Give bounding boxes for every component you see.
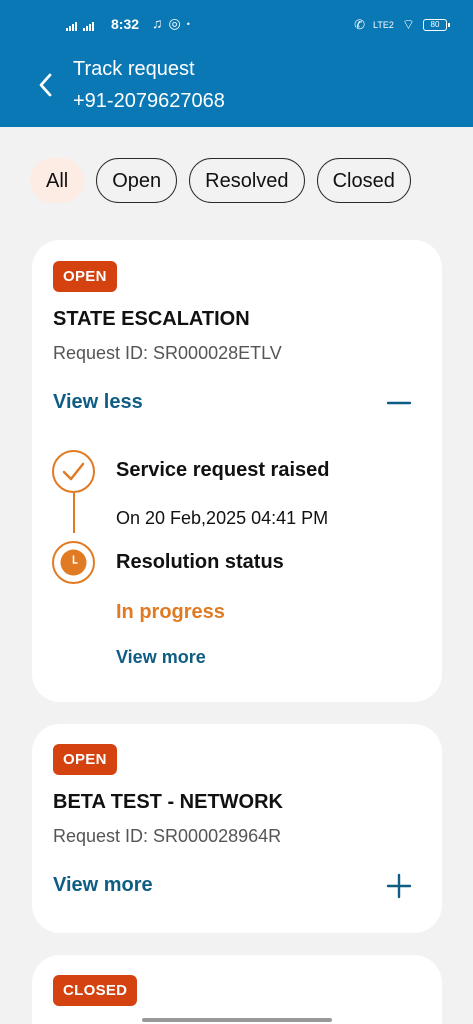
call-icon: ✆ (354, 17, 365, 32)
step-raised-title: Service request raised (116, 459, 330, 481)
system-icons: ✆ LTE2 ⌔ 80 (354, 16, 450, 34)
status-badge: OPEN (53, 744, 117, 775)
filter-chip-all[interactable]: All (30, 158, 85, 203)
status-badge: CLOSED (53, 975, 138, 1006)
step-status-value: In progress (116, 601, 225, 623)
phone-number: +91-2079627068 (73, 90, 225, 112)
notification-dot-icon: • (186, 19, 190, 29)
music-icon: ♫ (152, 15, 163, 31)
view-less-link[interactable]: View less (53, 391, 143, 414)
status-bar: 8:32 ♫ ◎ • ✆ LTE2 ⌔ 80 (0, 12, 473, 38)
back-arrow-icon[interactable] (34, 70, 58, 100)
request-title: BETA TEST - NETWORK (53, 791, 283, 813)
step-status-title: Resolution status (116, 551, 284, 573)
filter-chip-closed[interactable]: Closed (316, 158, 411, 203)
request-id: Request ID: SR000028ETLV (53, 343, 282, 363)
status-badge: OPEN (53, 261, 117, 292)
request-card: CLOSED (32, 955, 442, 1024)
request-title: STATE ESCALATION (53, 308, 250, 330)
check-icon (62, 462, 85, 481)
timeline-connector (72, 493, 75, 533)
request-card: OPEN STATE ESCALATION Request ID: SR0000… (32, 240, 442, 702)
notification-icons: ♫ ◎ • (152, 15, 190, 33)
filter-chip-open[interactable]: Open (96, 158, 178, 203)
page-title: Track request (73, 58, 195, 80)
battery-icon: 80 (423, 19, 450, 31)
progress-step-icon (52, 541, 95, 584)
home-indicator[interactable] (142, 1018, 332, 1022)
network-type: LTE2 (372, 20, 394, 30)
filter-chip-resolved[interactable]: Resolved (189, 158, 305, 203)
view-more-link[interactable]: View more (116, 647, 206, 668)
signal-strength-icon (66, 21, 77, 31)
request-id: Request ID: SR000028964R (53, 826, 282, 846)
expand-plus-icon[interactable] (386, 873, 412, 899)
filter-chips: All Open Resolved Closed (30, 158, 411, 203)
view-more-link[interactable]: View more (53, 874, 153, 897)
check-step-icon (52, 450, 95, 493)
status-time: 8:32 (111, 16, 140, 32)
whatsapp-icon: ◎ (168, 15, 181, 31)
signal-icons (66, 21, 94, 31)
signal-strength-icon-2 (83, 21, 94, 31)
wifi-icon: ⌔ (401, 16, 415, 32)
app-header: 8:32 ♫ ◎ • ✆ LTE2 ⌔ 80 Track request +91… (0, 0, 473, 127)
step-raised-date: On 20 Feb,2025 04:41 PM (116, 508, 329, 528)
clock-icon (60, 549, 87, 576)
collapse-minus-icon[interactable] (386, 390, 412, 416)
request-card: OPEN BETA TEST - NETWORK Request ID: SR0… (32, 724, 442, 933)
